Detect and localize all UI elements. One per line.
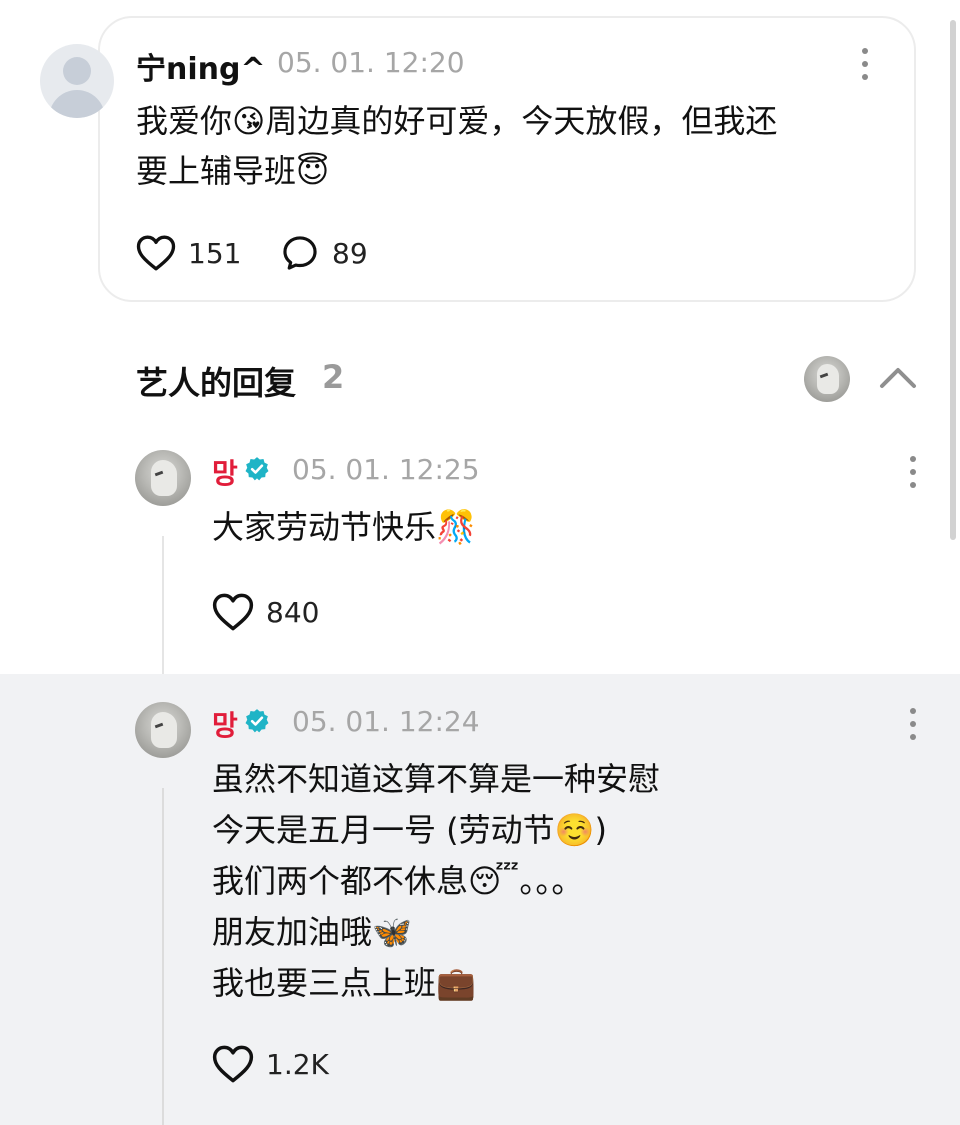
reply-body-line: 我们两个都不休息😴。。。 (212, 862, 584, 900)
post-reply-count: 89 (332, 236, 368, 270)
post-like-count: 151 (188, 236, 242, 270)
post-body-line: 我爱你😘周边真的好可爱，今天放假，但我还 (136, 102, 778, 140)
reply-more-options-icon[interactable] (905, 704, 921, 744)
comment-bubble-icon (283, 236, 317, 270)
reply-more-options-icon[interactable] (905, 452, 921, 492)
verified-badge-icon (245, 709, 269, 733)
artist-replies-title: 艺人的回复 (136, 364, 297, 402)
artist-avatar[interactable] (135, 702, 191, 758)
heart-icon (212, 1045, 254, 1083)
artist-replies-avatar (804, 356, 850, 402)
artist-avatar[interactable] (135, 450, 191, 506)
post-body: 我爱你😘周边真的好可爱，今天放假，但我还 要上辅导班😇 (136, 96, 876, 196)
avatar-placeholder-body (49, 90, 105, 118)
reply-body-line: 朋友加油哦🦋 (212, 913, 412, 951)
reply-like-button[interactable]: 1.2K (212, 1044, 329, 1084)
reply-body: 虽然不知道这算不算是一种安慰 今天是五月一号 (劳动节☺️) 我们两个都不休息😴… (212, 754, 660, 1009)
heart-icon (212, 593, 254, 631)
post-like-button[interactable]: 151 (136, 234, 241, 272)
post-body-line: 要上辅导班😇 (136, 152, 330, 190)
verified-badge-icon (245, 457, 269, 481)
reply-like-button[interactable]: 840 (212, 592, 319, 632)
post-reply-button[interactable]: 89 (280, 234, 368, 272)
fan-avatar[interactable] (40, 44, 114, 118)
avatar-placeholder-head (63, 57, 91, 85)
thread-connector-line (162, 788, 164, 1125)
reply-body-line: 我也要三点上班💼 (212, 964, 476, 1002)
reply-body-line: 今天是五月一号 (劳动节☺️) (212, 811, 607, 849)
chevron-up-icon[interactable] (878, 362, 918, 392)
post-timestamp: 05. 01. 12:20 (277, 46, 465, 79)
reply-like-count: 1.2K (266, 1047, 329, 1081)
reply-timestamp: 05. 01. 12:24 (292, 705, 480, 738)
thread-connector-line (162, 536, 164, 676)
reply-author-name[interactable]: 망 (212, 704, 238, 744)
reply-body: 大家劳动节快乐🎊 (212, 508, 476, 546)
heart-icon (136, 235, 176, 271)
reply-body-line: 虽然不知道这算不算是一种安慰 (212, 760, 661, 798)
post-more-options-icon[interactable] (857, 44, 873, 84)
reply-timestamp: 05. 01. 12:25 (292, 453, 480, 486)
post-author-name[interactable]: 宁ning^ (136, 44, 266, 88)
scrollbar-thumb[interactable] (950, 20, 956, 540)
reply-author-name[interactable]: 망 (212, 452, 238, 492)
reply-like-count: 840 (266, 595, 320, 629)
artist-replies-count: 2 (322, 358, 345, 396)
